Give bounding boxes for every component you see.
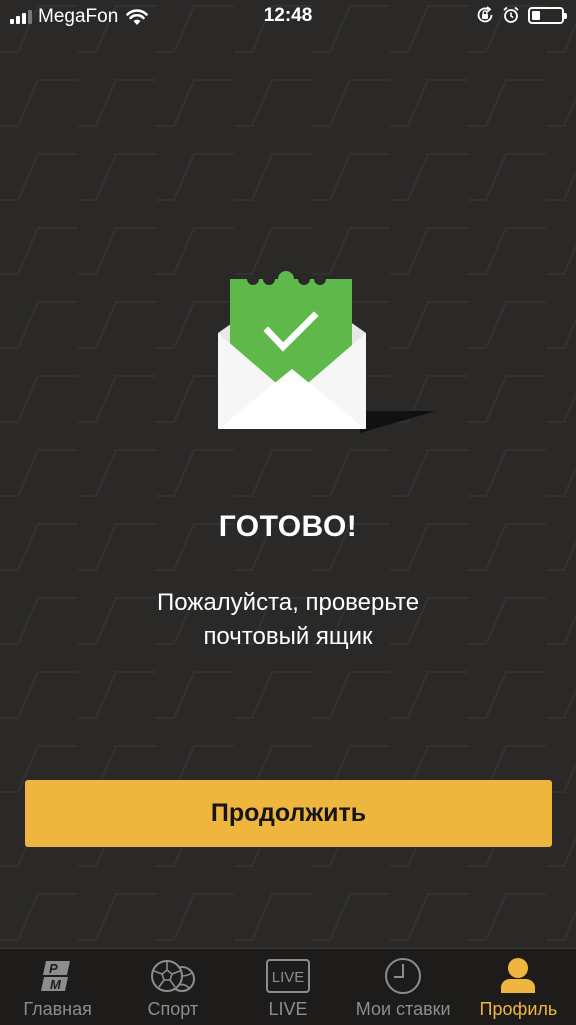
battery-icon xyxy=(528,6,567,24)
live-icon-text: LIVE xyxy=(272,969,305,986)
svg-text:P: P xyxy=(49,961,58,976)
svg-text:M: M xyxy=(50,977,62,992)
message-line-1: Пожалуйста, проверьте xyxy=(156,589,420,616)
envelope-check-icon xyxy=(218,271,436,433)
tab-profile[interactable]: Профиль xyxy=(461,949,576,1025)
page-title: ГОТОВО! xyxy=(218,510,358,543)
tab-sport[interactable]: Спорт xyxy=(115,949,230,1025)
profile-icon xyxy=(501,958,536,993)
tab-label: Мои ставки xyxy=(355,999,451,1019)
message-line-2: почтовый ящик xyxy=(203,623,373,650)
orientation-lock-icon xyxy=(477,6,493,23)
tab-my-bets[interactable]: Мои ставки xyxy=(346,949,461,1025)
status-bar: MegaFon 12:48 xyxy=(0,0,576,34)
tab-label: Спорт xyxy=(147,999,199,1019)
tab-label: Главная xyxy=(23,999,92,1019)
tab-bar: P M Главная Спорт LIVE LIVE Мои ставки П… xyxy=(0,948,576,1025)
pm-logo-icon: P M xyxy=(40,961,70,992)
tab-label: LIVE xyxy=(268,999,308,1019)
tab-home[interactable]: P M Главная xyxy=(0,949,115,1025)
tab-label: Профиль xyxy=(479,999,558,1019)
tab-live[interactable]: LIVE LIVE xyxy=(230,949,345,1025)
clock-icon xyxy=(385,958,422,994)
continue-button[interactable]: Продолжить xyxy=(25,780,552,847)
alarm-icon xyxy=(503,6,519,23)
sport-balls-icon xyxy=(150,960,195,992)
live-icon: LIVE xyxy=(266,959,310,993)
confirmation-message: Пожалуйста, проверьте почтовый ящик xyxy=(108,586,468,654)
